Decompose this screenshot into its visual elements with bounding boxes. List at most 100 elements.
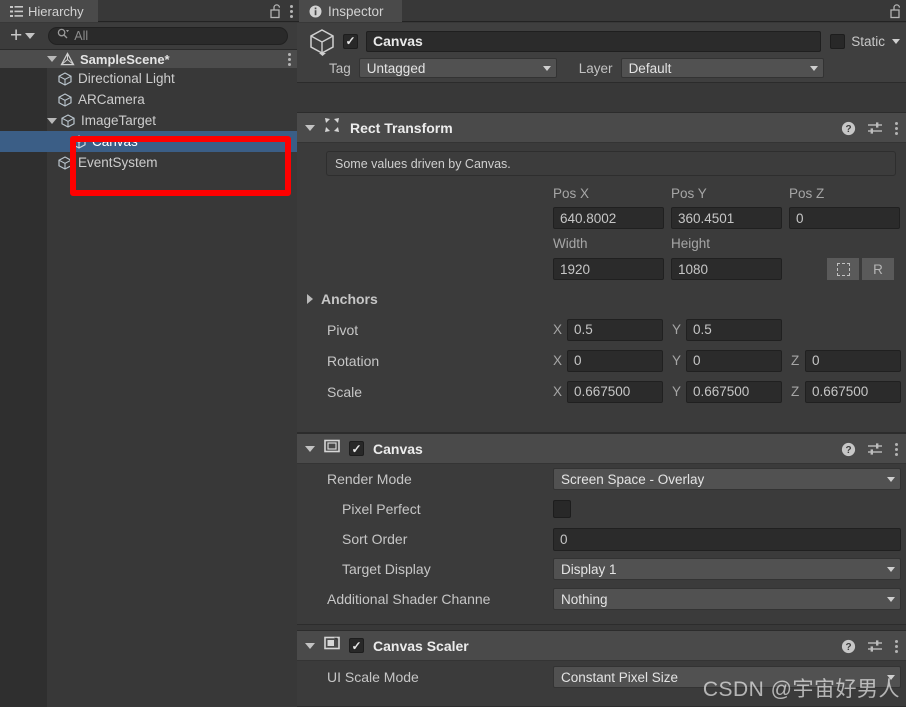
chevron-down-icon	[887, 674, 895, 680]
kebab-menu-icon[interactable]	[894, 639, 898, 654]
height-input[interactable]: 1080	[671, 258, 782, 280]
lock-open-icon[interactable]	[889, 3, 902, 19]
render-mode-row: Render Mode Screen Space - Overlay	[297, 464, 906, 494]
pixel-perfect-row: Pixel Perfect	[297, 494, 906, 524]
render-mode-value: Screen Space - Overlay	[561, 471, 705, 487]
gameobject-cube-icon	[71, 134, 87, 150]
help-icon[interactable]: ?	[841, 121, 856, 136]
help-icon[interactable]: ?	[841, 639, 856, 654]
kebab-menu-icon[interactable]	[287, 52, 291, 67]
inspector-tabbar: Inspector	[297, 0, 906, 22]
hierarchy-item-directional-light[interactable]: Directional Light	[0, 68, 297, 89]
hierarchy-item-imagetarget[interactable]: ImageTarget	[0, 110, 297, 131]
pos-y-value: 360.4501	[678, 210, 735, 226]
target-display-dropdown[interactable]: Display 1	[553, 558, 901, 580]
kebab-menu-icon[interactable]	[289, 4, 293, 19]
hierarchy-item-eventsystem[interactable]: EventSystem	[0, 152, 297, 173]
tab-inspector[interactable]: Inspector	[299, 0, 402, 22]
pivot-x-axis: X	[553, 322, 563, 337]
preset-settings-icon[interactable]	[867, 639, 883, 654]
pixel-perfect-label: Pixel Perfect	[342, 501, 421, 517]
pos-x-value: 640.8002	[560, 210, 617, 226]
svg-text:?: ?	[845, 642, 851, 653]
inspector-panel: Inspector ✓ Canvas Static Tag Untagged L…	[297, 0, 906, 707]
info-circle-icon	[309, 5, 322, 18]
chevron-down-icon[interactable]	[305, 642, 315, 649]
scale-z-input[interactable]: 0.667500	[805, 380, 901, 403]
raw-edit-mode-button[interactable]: R	[861, 257, 895, 281]
chevron-right-icon[interactable]	[307, 294, 313, 304]
unity-scene-icon	[60, 51, 75, 67]
chevron-down-icon[interactable]	[47, 117, 57, 124]
rect-transform-helpbox: Some values driven by Canvas.	[326, 151, 896, 176]
hierarchy-tabbar: Hierarchy	[0, 0, 297, 22]
sort-order-label: Sort Order	[342, 531, 408, 547]
scale-z-axis: Z	[791, 384, 800, 399]
render-mode-dropdown[interactable]: Screen Space - Overlay	[553, 468, 901, 490]
anchors-foldout-row[interactable]: Anchors	[297, 284, 906, 314]
sort-order-input[interactable]: 0	[553, 527, 901, 551]
rect-transform-title: Rect Transform	[350, 119, 453, 136]
pivot-y-axis: Y	[672, 322, 682, 337]
hierarchy-icon	[10, 5, 23, 18]
hierarchy-item-arcamera[interactable]: ARCamera	[0, 89, 297, 110]
static-checkbox[interactable]	[830, 33, 846, 49]
sort-order-row: Sort Order 0	[297, 524, 906, 554]
pos-x-input[interactable]: 640.8002	[553, 207, 664, 229]
chevron-down-icon	[887, 566, 895, 572]
additional-shader-channels-dropdown[interactable]: Nothing	[553, 588, 901, 610]
canvas-scaler-header[interactable]: Canvas Scaler ?	[297, 631, 906, 661]
layer-label: Layer	[578, 60, 613, 76]
hierarchy-scene-row[interactable]: SampleScene*	[0, 50, 297, 68]
svg-text:?: ?	[845, 445, 851, 456]
ui-scale-mode-dropdown[interactable]: Constant Pixel Size	[553, 666, 901, 688]
gameobject-enabled-checkbox[interactable]	[343, 33, 358, 49]
scale-row: Scale X 0.667500 Y 0.667500 Z 0.667500	[297, 376, 906, 407]
tag-dropdown[interactable]: Untagged	[358, 58, 557, 78]
pivot-x-input[interactable]: 0.5	[567, 318, 663, 341]
chevron-down-icon[interactable]	[305, 445, 315, 452]
scale-y-input[interactable]: 0.667500	[686, 380, 782, 403]
kebab-menu-icon[interactable]	[894, 442, 898, 457]
rect-transform-header[interactable]: Rect Transform ?	[297, 113, 906, 143]
pivot-y-input[interactable]: 0.5	[686, 318, 782, 341]
rect-transform-icon	[323, 116, 341, 139]
tab-hierarchy[interactable]: Hierarchy	[0, 0, 98, 22]
hierarchy-item-canvas[interactable]: Canvas	[0, 131, 297, 152]
rect-size-values-row: 1920 1080 R	[297, 254, 906, 284]
search-input[interactable]: All	[48, 27, 288, 45]
chevron-down-icon[interactable]	[892, 38, 900, 44]
pos-z-input[interactable]: 0	[789, 207, 900, 229]
pos-z-header: Pos Z	[789, 185, 825, 201]
pos-y-input[interactable]: 360.4501	[671, 207, 782, 229]
blueprint-mode-button[interactable]	[826, 257, 860, 281]
width-input[interactable]: 1920	[553, 258, 664, 280]
help-icon[interactable]: ?	[841, 442, 856, 457]
canvas-enabled-checkbox[interactable]	[349, 441, 364, 456]
rotation-x-input[interactable]: 0	[567, 349, 663, 372]
gameobject-cube-icon[interactable]	[297, 26, 343, 56]
chevron-down-icon[interactable]	[305, 124, 315, 131]
gameobject-cube-icon	[57, 92, 73, 108]
canvas-actions: ?	[841, 434, 898, 464]
canvas-scaler-enabled-checkbox[interactable]	[349, 638, 364, 653]
preset-settings-icon[interactable]	[867, 121, 883, 136]
rotation-y-input[interactable]: 0	[686, 349, 782, 372]
scale-label: Scale	[327, 383, 363, 400]
lock-open-icon[interactable]	[269, 3, 282, 19]
ui-scale-mode-value: Constant Pixel Size	[561, 669, 679, 685]
static-toggle-group[interactable]: Static	[830, 33, 900, 49]
pivot-y-value: 0.5	[693, 322, 712, 337]
pixel-perfect-checkbox[interactable]	[553, 500, 571, 518]
hierarchy-tree: SampleScene* Directional Light ARCamera …	[0, 50, 297, 707]
create-button[interactable]: +	[6, 25, 39, 46]
preset-settings-icon[interactable]	[867, 442, 883, 457]
chevron-down-icon[interactable]	[47, 56, 57, 62]
rotation-z-input[interactable]: 0	[805, 349, 901, 372]
kebab-menu-icon[interactable]	[894, 121, 898, 136]
scale-x-input[interactable]: 0.667500	[567, 380, 663, 403]
canvas-scaler-title: Canvas Scaler	[373, 637, 469, 654]
layer-dropdown[interactable]: Default	[620, 58, 824, 78]
gameobject-name-input[interactable]: Canvas	[366, 30, 822, 52]
canvas-header[interactable]: Canvas ?	[297, 434, 906, 464]
